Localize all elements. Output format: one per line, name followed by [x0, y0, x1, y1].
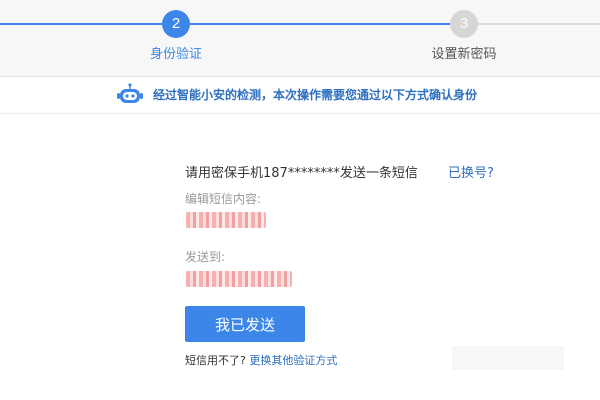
step-progress-bar: 2 身份验证 3 设置新密码	[0, 0, 600, 77]
progress-line-current	[190, 23, 450, 25]
help-line: 短信用不了? 更换其他验证方式	[185, 352, 337, 368]
step-2-label: 身份验证	[149, 47, 202, 62]
send-to-number-redacted	[186, 271, 292, 287]
send-to-label: 发送到:	[185, 250, 226, 264]
faded-area	[452, 346, 564, 370]
changed-number-link[interactable]: 已换号?	[448, 162, 494, 181]
progress-line-pending	[478, 23, 600, 25]
robot-icon	[116, 83, 144, 107]
sms-content-redacted	[186, 212, 266, 228]
step-3-circle: 3	[450, 10, 478, 38]
step-2-circle: 2	[162, 10, 190, 38]
notice-text: 经过智能小安的检测，本次操作需要您通过以下方式确认身份	[153, 88, 478, 102]
sms-instruction: 请用密保手机187********发送一条短信	[185, 166, 418, 181]
sent-confirm-button[interactable]: 我已发送	[185, 306, 305, 342]
help-prefix: 短信用不了?	[185, 354, 246, 367]
switch-verification-method-link[interactable]: 更换其他验证方式	[249, 354, 337, 367]
identity-check-notice: 经过智能小安的检测，本次操作需要您通过以下方式确认身份	[0, 77, 600, 114]
step-3-label: 设置新密码	[431, 47, 497, 62]
sms-content-label: 编辑短信内容:	[185, 192, 262, 206]
progress-line-completed	[0, 23, 162, 25]
